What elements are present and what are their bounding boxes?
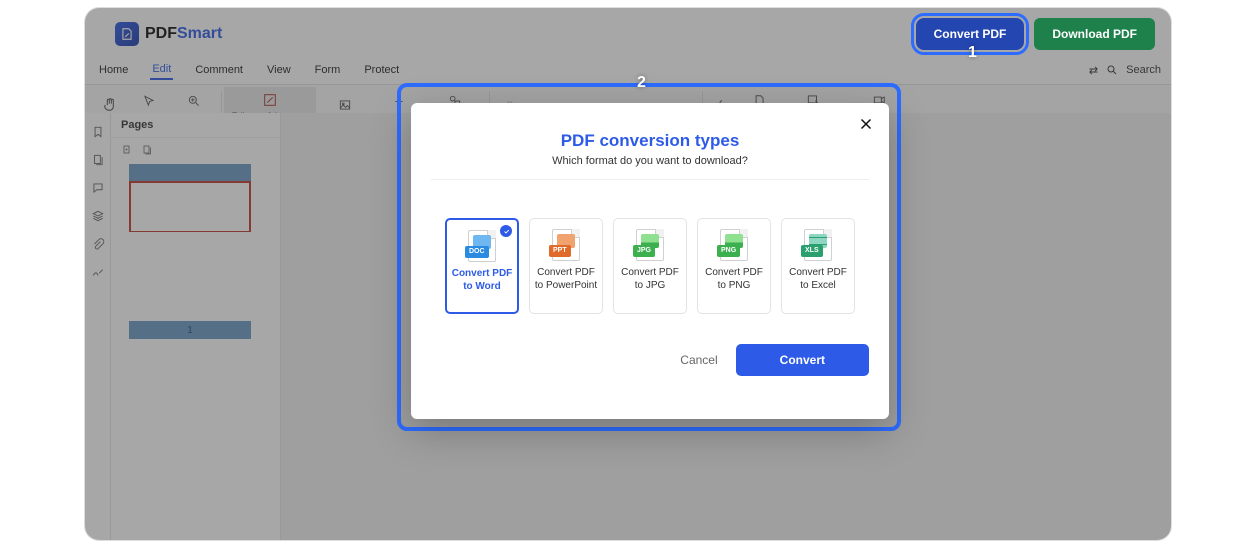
pages-panel: Pages 1 <box>111 113 281 540</box>
cancel-button[interactable]: Cancel <box>680 353 717 367</box>
header: PDFSmart Convert PDF Download PDF <box>85 8 1171 56</box>
modal-footer: Cancel Convert <box>431 344 869 376</box>
conversion-option-doc[interactable]: DOC Convert PDF to Word <box>445 218 519 314</box>
conversion-option-png[interactable]: PNG Convert PDF to PNG <box>697 218 771 314</box>
conversion-option-jpg[interactable]: JPG Convert PDF to JPG <box>613 218 687 314</box>
conversion-option-label: Convert PDF to Word <box>451 268 513 293</box>
edit-text-icon <box>261 91 279 109</box>
check-icon <box>500 225 512 237</box>
swap-icon[interactable]: ⇄ <box>1089 64 1098 77</box>
brand-name: PDFSmart <box>145 25 222 43</box>
brand: PDFSmart <box>115 22 222 46</box>
step-badge-1: 1 <box>968 44 977 62</box>
conversion-modal: PDF conversion types Which format do you… <box>411 103 889 419</box>
menu-comment[interactable]: Comment <box>193 61 245 79</box>
step-badge-2: 2 <box>637 74 646 92</box>
page-thumbnail[interactable]: 1 <box>129 164 251 339</box>
file-type-icon: PNG <box>720 229 748 261</box>
page-add-icon[interactable] <box>121 144 133 156</box>
file-type-icon: DOC <box>468 230 496 262</box>
cursor-icon <box>140 92 158 110</box>
conversion-option-label: Convert PDF to PNG <box>702 267 766 292</box>
modal-subtitle: Which format do you want to download? <box>431 155 869 180</box>
menu-protect[interactable]: Protect <box>362 61 401 79</box>
download-pdf-button[interactable]: Download PDF <box>1034 18 1155 50</box>
signature-icon[interactable] <box>91 265 105 279</box>
attachment-icon[interactable] <box>91 237 105 251</box>
file-type-icon: PPT <box>552 229 580 261</box>
conversion-option-label: Convert PDF to PowerPoint <box>534 267 598 292</box>
page-thumbnails: 1 <box>111 160 280 349</box>
pages-header: Pages <box>111 113 280 138</box>
modal-title: PDF conversion types <box>431 131 869 151</box>
layers-icon[interactable] <box>91 209 105 223</box>
side-rail <box>85 113 111 540</box>
app-window: PDFSmart Convert PDF Download PDF 1 2 Ho… <box>85 8 1171 540</box>
conversion-options: DOC Convert PDF to Word PPT Convert PDF to … <box>431 218 869 314</box>
menu-edit[interactable]: Edit <box>150 60 173 80</box>
page-copy-icon[interactable] <box>141 144 153 156</box>
file-type-icon: JPG <box>636 229 664 261</box>
menu-right: ⇄ Search <box>1089 64 1161 77</box>
pages-tools <box>111 138 280 160</box>
conversion-option-xls[interactable]: XLS Convert PDF to Excel <box>781 218 855 314</box>
comment-icon[interactable] <box>91 181 105 195</box>
zoom-in-icon <box>185 92 203 110</box>
close-icon[interactable] <box>857 115 875 133</box>
menu-view[interactable]: View <box>265 61 293 79</box>
pages-title: Pages <box>121 119 153 131</box>
search-label[interactable]: Search <box>1126 64 1161 76</box>
header-actions: Convert PDF Download PDF <box>916 18 1155 50</box>
menu-form[interactable]: Form <box>313 61 343 79</box>
conversion-option-label: Convert PDF to Excel <box>786 267 850 292</box>
hand-icon <box>101 96 119 114</box>
search-icon[interactable] <box>1106 64 1118 76</box>
convert-button[interactable]: Convert <box>736 344 869 376</box>
conversion-option-ppt[interactable]: PPT Convert PDF to PowerPoint <box>529 218 603 314</box>
menu-home[interactable]: Home <box>97 61 130 79</box>
file-type-icon: XLS <box>804 229 832 261</box>
bookmark-icon[interactable] <box>91 125 105 139</box>
menu-bar: Home Edit Comment View Form Protect ⇄ Se… <box>85 56 1171 85</box>
page-number: 1 <box>187 325 193 336</box>
brand-logo-icon <box>115 22 139 46</box>
image-icon <box>336 96 354 114</box>
conversion-option-label: Convert PDF to JPG <box>618 267 682 292</box>
pages-stack-icon[interactable] <box>91 153 105 167</box>
